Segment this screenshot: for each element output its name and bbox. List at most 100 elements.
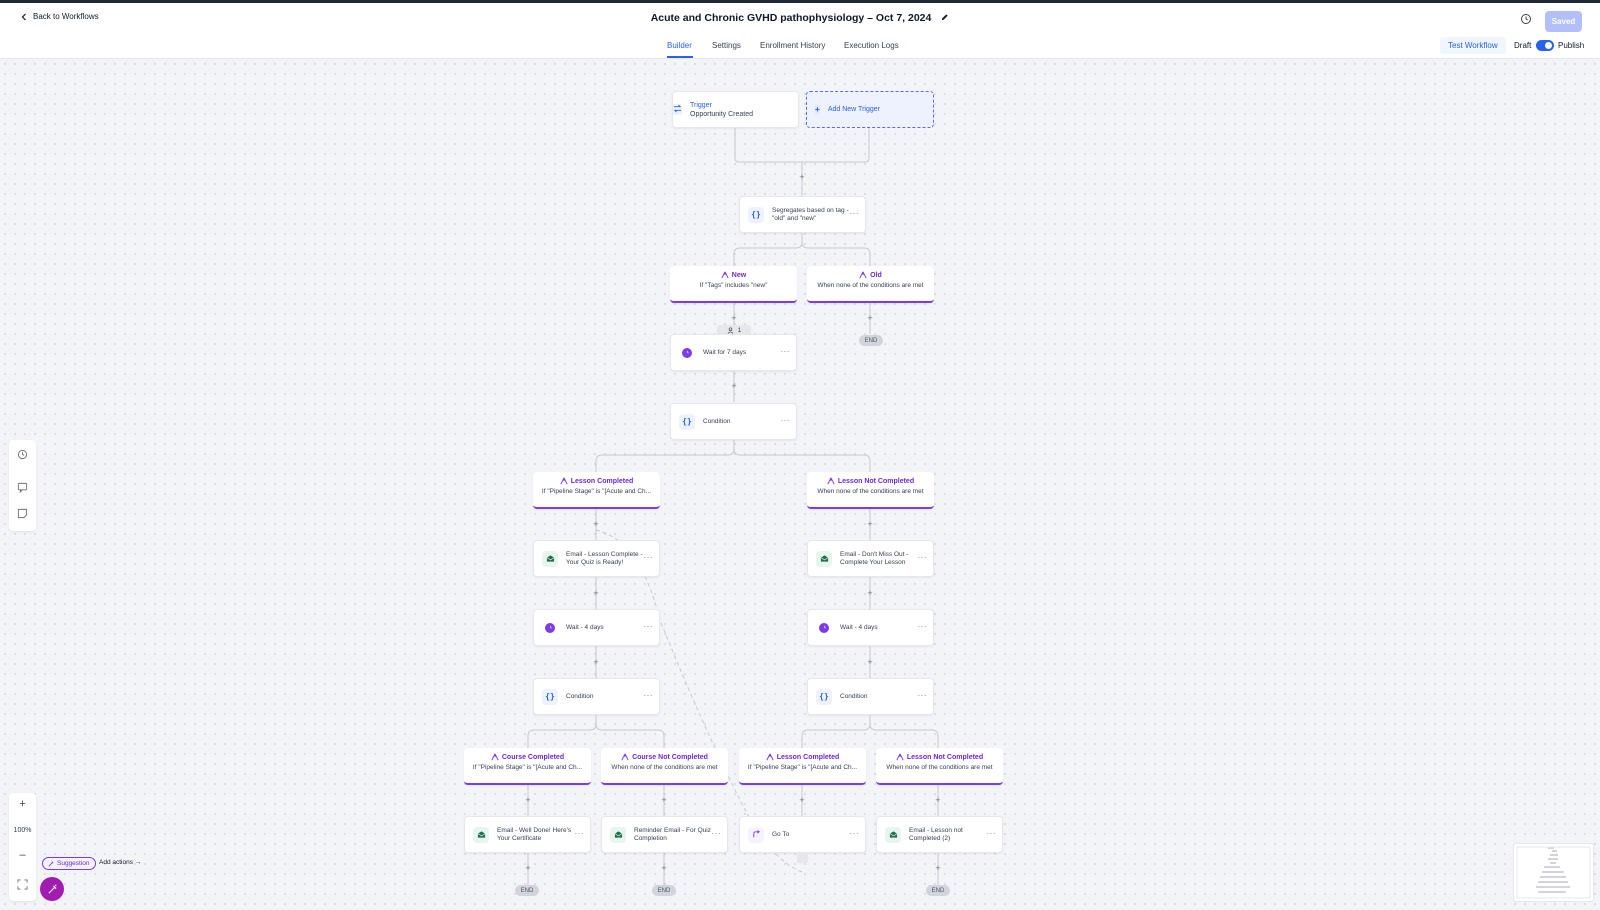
more-options-icon[interactable]: ···: [575, 830, 585, 838]
minimap-preview: [1516, 846, 1591, 899]
condition-node-left[interactable]: {} Condition ···: [533, 678, 660, 715]
workflow-title[interactable]: Acute and Chronic GVHD pathophysiology –…: [651, 12, 932, 24]
node-label: Reminder Email - For Quiz Completion: [634, 826, 711, 842]
email-icon: [473, 826, 489, 843]
node-label: Email - Well Done! Here's Your Certifica…: [497, 826, 572, 842]
left-tool-panel: [9, 440, 36, 531]
fit-screen-icon[interactable]: [17, 879, 28, 890]
wait-4-days-node-left[interactable]: Wait - 4 days ···: [533, 609, 660, 646]
branch-course-not-completed[interactable]: Course Not Completed When none of the co…: [601, 748, 728, 785]
minimap[interactable]: [1513, 843, 1594, 902]
tab-settings[interactable]: Settings: [712, 41, 741, 50]
test-workflow-button[interactable]: Test Workflow: [1440, 37, 1506, 54]
add-step-plus[interactable]: +: [865, 519, 875, 529]
add-step-plus[interactable]: +: [591, 588, 601, 598]
node-label: Go To: [772, 830, 790, 838]
branch-course-completed[interactable]: Course Completed If "Pipeline Stage" is …: [464, 748, 591, 785]
add-step-plus[interactable]: +: [933, 795, 943, 805]
page-title: Acute and Chronic GVHD pathophysiology –…: [0, 12, 1600, 24]
magic-wand-icon: [47, 884, 57, 894]
add-step-plus[interactable]: +: [729, 381, 739, 391]
add-step-plus[interactable]: +: [865, 657, 875, 667]
branch-lesson-completed-2[interactable]: Lesson Completed If "Pipeline Stage" is …: [739, 748, 866, 785]
add-step-plus[interactable]: +: [933, 863, 943, 873]
go-to-node[interactable]: Go To ···: [739, 816, 866, 853]
add-step-plus[interactable]: +: [797, 172, 807, 182]
comment-icon[interactable]: [17, 482, 28, 493]
branch-title: Lesson Not Completed: [906, 753, 984, 761]
more-options-icon[interactable]: ···: [644, 623, 654, 631]
zoom-level: 100%: [13, 827, 32, 834]
branch-title: Lesson Completed: [776, 753, 840, 761]
add-actions-link[interactable]: Add actions →: [99, 859, 141, 866]
condition-braces-icon: {}: [748, 206, 764, 223]
more-options-icon[interactable]: ···: [781, 348, 791, 356]
clock-icon: [542, 620, 558, 636]
more-options-icon[interactable]: ···: [918, 554, 928, 562]
end-marker: END: [652, 885, 676, 896]
end-marker: END: [859, 335, 883, 346]
add-step-plus[interactable]: +: [523, 863, 533, 873]
trigger-node[interactable]: Trigger Opportunity Created: [672, 91, 799, 128]
link-icon[interactable]: [797, 852, 808, 863]
add-step-plus[interactable]: +: [797, 795, 807, 805]
ai-assistant-button[interactable]: [40, 877, 64, 901]
more-options-icon[interactable]: ···: [850, 210, 860, 218]
more-options-icon[interactable]: ···: [918, 623, 928, 631]
add-step-plus[interactable]: +: [591, 657, 601, 667]
branch-old[interactable]: Old When none of the conditions are met: [807, 266, 934, 303]
more-options-icon[interactable]: ···: [918, 692, 928, 700]
more-options-icon[interactable]: ···: [987, 830, 997, 838]
active-tab-indicator: [667, 56, 693, 58]
more-options-icon[interactable]: ···: [644, 692, 654, 700]
history-icon[interactable]: [1520, 13, 1532, 25]
publish-toggle[interactable]: [1536, 40, 1554, 51]
history-icon[interactable]: [17, 449, 28, 460]
add-step-plus[interactable]: +: [591, 519, 601, 529]
tab-builder[interactable]: Builder: [667, 41, 692, 50]
suggestion-chip[interactable]: Suggestion: [42, 857, 96, 870]
node-label: Wait - 4 days: [840, 623, 878, 631]
reminder-email-node[interactable]: Reminder Email - For Quiz Completion ···: [601, 816, 728, 853]
add-step-plus[interactable]: +: [729, 313, 739, 323]
condition-node[interactable]: {} Condition ···: [670, 403, 797, 440]
magic-wand-icon: [48, 860, 54, 867]
more-options-icon[interactable]: ···: [781, 417, 791, 425]
branch-new[interactable]: New If "Tags" includes "new": [670, 266, 797, 303]
zoom-in-button[interactable]: +: [9, 798, 36, 810]
wait-7-days-node[interactable]: Wait for 7 days ···: [670, 334, 797, 371]
branch-lesson-not-completed[interactable]: Lesson Not Completed When none of the co…: [807, 472, 934, 509]
more-options-icon[interactable]: ···: [644, 554, 654, 562]
add-step-plus[interactable]: +: [865, 588, 875, 598]
add-step-plus[interactable]: +: [523, 795, 533, 805]
branch-lesson-not-completed-2[interactable]: Lesson Not Completed When none of the co…: [876, 748, 1003, 785]
add-step-plus[interactable]: +: [865, 313, 875, 323]
trigger-event: Opportunity Created: [690, 110, 754, 118]
condition-braces-icon: {}: [816, 688, 832, 705]
branch-condition: When none of the conditions are met: [817, 282, 924, 289]
branch-lesson-completed[interactable]: Lesson Completed If "Pipeline Stage" is …: [533, 472, 660, 509]
more-options-icon[interactable]: ···: [712, 830, 722, 838]
tab-execution-logs[interactable]: Execution Logs: [844, 41, 899, 50]
condition-node-right[interactable]: {} Condition ···: [807, 678, 934, 715]
add-new-trigger-button[interactable]: + Add New Trigger: [806, 91, 934, 128]
wait-4-days-node-right[interactable]: Wait - 4 days ···: [807, 609, 934, 646]
tab-enrollment-history[interactable]: Enrollment History: [760, 41, 825, 50]
email-lesson-not-completed-node[interactable]: Email - Lesson not Completed (2) ···: [876, 816, 1003, 853]
pencil-icon[interactable]: [940, 13, 949, 22]
more-options-icon[interactable]: ···: [850, 830, 860, 838]
zoom-out-button[interactable]: –: [9, 849, 36, 861]
trigger-label: Trigger: [690, 101, 712, 109]
email-well-done-node[interactable]: Email - Well Done! Here's Your Certifica…: [464, 816, 591, 853]
saved-button[interactable]: Saved: [1545, 11, 1582, 32]
add-step-plus[interactable]: +: [659, 863, 669, 873]
node-label: Email - Lesson Complete - Your Quiz is R…: [566, 550, 643, 566]
node-label: Condition: [703, 417, 731, 425]
segregate-node[interactable]: {} Segregates based on tag - "old" and "…: [739, 196, 866, 233]
end-marker: END: [926, 885, 950, 896]
email-dont-miss-out-node[interactable]: Email - Don't Miss Out - Complete Your L…: [807, 540, 934, 577]
sticky-note-icon[interactable]: [17, 508, 28, 519]
add-step-plus[interactable]: +: [659, 795, 669, 805]
email-lesson-complete-node[interactable]: Email - Lesson Complete - Your Quiz is R…: [533, 540, 660, 577]
node-label: Segregates based on tag - "old" and "new…: [772, 206, 849, 222]
